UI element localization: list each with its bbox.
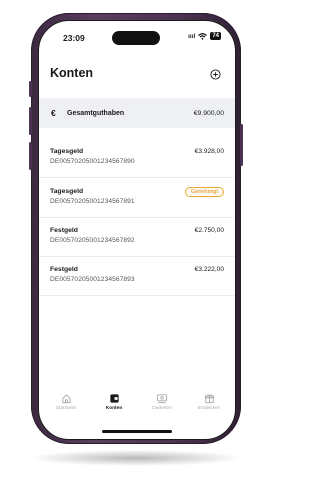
home-indicator	[102, 430, 172, 433]
account-amount: €2.750,00	[194, 227, 224, 234]
tab-label: Konten	[105, 406, 123, 411]
account-name: Tagesgeld	[50, 188, 84, 195]
tab-startseite[interactable]: Startseite	[46, 393, 86, 411]
account-name: Festgeld	[50, 266, 78, 273]
side-button-left-2	[29, 107, 32, 135]
account-amount: €3.928,00	[194, 148, 224, 155]
account-row[interactable]: Festgeld DE00570205001234567893 €3.222,0…	[39, 256, 235, 296]
tab-label: Entdecken	[197, 406, 221, 411]
tab-label: Startseite	[55, 406, 77, 411]
account-iban: DE00570205001234567893	[50, 276, 135, 283]
dynamic-island	[112, 31, 160, 45]
phone-shadow	[30, 450, 241, 466]
account-row[interactable]: Tagesgeld DE00570205001234567891 Genehmi…	[39, 178, 235, 218]
euro-icon: €	[51, 108, 56, 118]
home-icon	[61, 394, 71, 404]
phone-screen: 23:09 ıııl 74 Konten € Gesamtguthaben €9…	[38, 20, 236, 440]
account-name: Tagesgeld	[50, 148, 84, 155]
tab-konten[interactable]: Konten	[94, 393, 134, 411]
account-iban: DE00570205001234567891	[50, 198, 135, 205]
gift-icon	[204, 394, 214, 404]
side-button-left-1	[29, 81, 32, 97]
bottom-tab-bar: Startseite Konten Darlehen Entdecken	[39, 393, 235, 423]
account-row[interactable]: Festgeld DE00570205001234567892 €2.750,0…	[39, 217, 235, 257]
account-row[interactable]: Tagesgeld DE00570205001234567890 €3.928,…	[39, 138, 235, 178]
account-iban: DE00570205001234567892	[50, 237, 135, 244]
page-title: Konten	[50, 66, 94, 80]
total-balance-row: € Gesamtguthaben €9.900,00	[39, 98, 235, 128]
battery-icon: 74	[210, 32, 221, 40]
status-badge: Genehmigt	[185, 187, 224, 197]
total-balance-label: Gesamtguthaben	[67, 109, 125, 117]
page-header: Konten	[50, 66, 224, 86]
status-time: 23:09	[63, 33, 85, 43]
side-button-right	[240, 124, 243, 166]
signal-icon: ıııl	[188, 32, 196, 40]
account-iban: DE00570205001234567890	[50, 158, 135, 165]
tab-label: Darlehen	[152, 406, 172, 411]
tab-darlehen[interactable]: Darlehen	[142, 393, 182, 411]
wallet-icon	[109, 394, 119, 403]
total-balance-value: €9.900,00	[193, 109, 224, 117]
tab-entdecken[interactable]: Entdecken	[189, 393, 229, 411]
account-name: Festgeld	[50, 227, 78, 234]
status-icons: ıııl 74	[188, 32, 221, 40]
status-bar: 23:09 ıııl 74	[39, 21, 235, 51]
side-button-left-3	[29, 142, 32, 170]
loan-icon	[156, 394, 168, 404]
plus-circle-icon[interactable]	[210, 69, 221, 80]
wifi-icon	[198, 32, 208, 40]
account-amount: €3.222,00	[194, 266, 224, 273]
